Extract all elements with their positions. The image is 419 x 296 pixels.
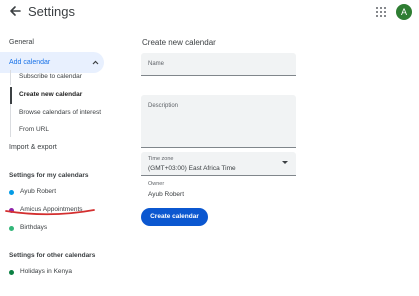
timezone-label: Time zone	[148, 156, 174, 162]
calendar-color-dot	[9, 190, 14, 195]
sidebar-item-add-calendar[interactable]: Add calendar	[0, 52, 104, 73]
name-field[interactable]: Name	[141, 53, 296, 76]
sidebar-calendar-birthdays[interactable]: Birthdays	[20, 223, 47, 233]
sidebar-item-import-export[interactable]: Import & export	[9, 143, 57, 153]
name-field-label: Name	[148, 61, 165, 67]
owner-label: Owner	[148, 181, 165, 187]
chevron-up-icon	[92, 60, 99, 65]
description-field-label: Description	[148, 103, 179, 109]
settings-sidebar: General Add calendar Subscribe to calend…	[0, 30, 110, 296]
annotation-underline	[5, 209, 95, 216]
sidebar-calendar-ayub-robert[interactable]: Ayub Robert	[20, 187, 56, 197]
sidebar-subitem-subscribe[interactable]: Subscribe to calendar	[19, 72, 82, 82]
arrow-left-icon[interactable]	[8, 4, 22, 18]
other-calendars-heading: Settings for other calendars	[9, 252, 96, 259]
description-field[interactable]: Description	[141, 95, 296, 148]
sidebar-subitem-from-url[interactable]: From URL	[19, 125, 49, 135]
sidebar-item-general[interactable]: General	[9, 38, 34, 48]
owner-value: Ayub Robert	[148, 191, 185, 198]
sidebar-subitem-browse[interactable]: Browse calendars of interest	[19, 108, 101, 118]
sub-nav-rail	[10, 104, 11, 137]
app-header: Settings A	[0, 0, 419, 24]
timezone-value: (GMT+03:00) East Africa Time	[148, 165, 236, 172]
avatar[interactable]: A	[396, 4, 412, 20]
sidebar-subitem-create-new[interactable]: Create new calendar	[19, 90, 82, 100]
page-title: Settings	[28, 4, 75, 19]
active-indicator	[10, 87, 12, 104]
dropdown-arrow-icon	[282, 161, 288, 164]
form-title: Create new calendar	[142, 38, 216, 47]
calendar-color-dot	[9, 226, 14, 231]
sidebar-item-label: Add calendar	[9, 59, 51, 66]
apps-grid-icon[interactable]	[376, 7, 386, 17]
sidebar-calendar-holidays-kenya[interactable]: Holidays in Kenya	[20, 267, 72, 277]
calendar-color-dot	[9, 270, 14, 275]
sub-nav-rail	[10, 70, 11, 85]
timezone-select[interactable]: Time zone (GMT+03:00) East Africa Time	[141, 152, 296, 176]
my-calendars-heading: Settings for my calendars	[9, 172, 89, 179]
create-calendar-button[interactable]: Create calendar	[141, 208, 208, 226]
